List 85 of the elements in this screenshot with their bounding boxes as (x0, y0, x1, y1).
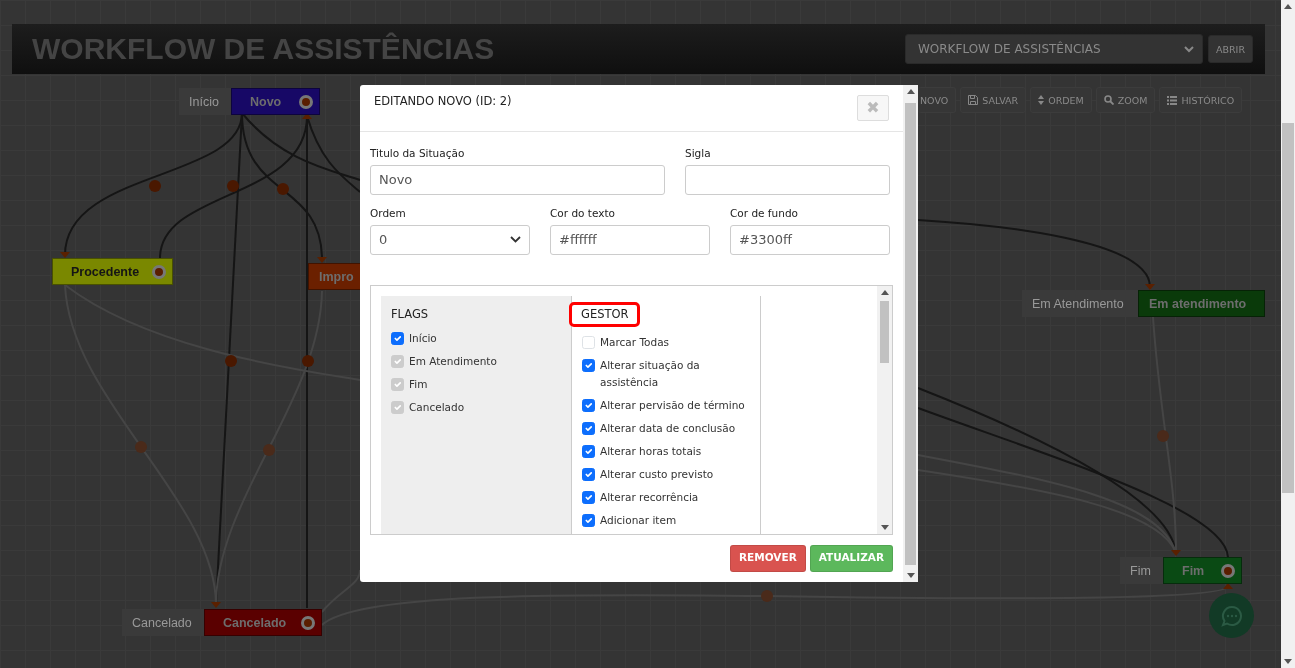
checkbox-label: Adicionar item (600, 513, 677, 529)
node-tag: Cancelado (122, 609, 204, 636)
scroll-up-icon[interactable] (1284, 4, 1292, 9)
checkbox-label: Início (409, 331, 437, 347)
waypoint-icon[interactable] (263, 444, 275, 456)
scrollbar-thumb[interactable] (1282, 123, 1294, 493)
workflow-node[interactable]: Cancelado (204, 609, 322, 636)
scrollbar-thumb[interactable] (880, 300, 889, 363)
search-icon (1103, 95, 1114, 105)
toolbar-button[interactable]: ORDEM (1030, 87, 1092, 113)
checkbox[interactable] (582, 359, 595, 373)
port-icon[interactable] (301, 615, 315, 630)
workflow-node[interactable]: Novo (231, 88, 320, 115)
scroll-down-icon[interactable] (1284, 659, 1292, 664)
workflow-node[interactable]: Em atendimento (1138, 290, 1265, 317)
section-heading: GESTOR (572, 304, 637, 325)
field-label: Cor do texto (550, 205, 616, 221)
checkbox[interactable] (582, 422, 595, 436)
input-field[interactable]: #ffffff (550, 224, 710, 255)
select-field[interactable]: 0 (370, 224, 530, 255)
arrowhead-icon (302, 113, 312, 119)
modal-title: EDITANDO NOVO (ID: 2) (374, 95, 512, 109)
checkbox-label: Em Atendimento (409, 354, 497, 370)
checkbox[interactable] (582, 445, 595, 459)
input-field[interactable]: #3300ff (730, 224, 890, 255)
toolbar-button[interactable]: SALVAR (960, 87, 1027, 113)
workflow-node[interactable]: Procedente (52, 258, 173, 285)
checkbox[interactable] (391, 332, 404, 346)
open-button[interactable]: ABRIR (1207, 35, 1253, 63)
chat-button[interactable] (1209, 593, 1254, 638)
input-field[interactable] (685, 164, 890, 195)
port-icon[interactable] (299, 94, 313, 109)
node-tag: Em Atendimento (1022, 290, 1138, 317)
chevron-icon (1183, 45, 1194, 53)
scrollbar-thumb[interactable] (905, 102, 916, 565)
update-button[interactable]: ATUALIZAR (809, 544, 893, 572)
field-label: Ordem (370, 205, 407, 221)
node-tag: Início (179, 88, 231, 115)
scroll-down-icon[interactable] (880, 524, 889, 530)
input-field[interactable]: Novo (370, 164, 665, 195)
toolbar-button[interactable]: ZOOM (1095, 87, 1156, 113)
modal-scrollbar[interactable] (903, 85, 918, 582)
checkbox[interactable] (582, 491, 595, 505)
checkbox-label: Fim (409, 377, 428, 393)
waypoint-icon[interactable] (1157, 430, 1169, 442)
node-tag: Fim (1120, 557, 1163, 584)
checkbox[interactable] (582, 399, 595, 413)
checkbox-label: Alterar horas totais (600, 444, 702, 460)
checkbox[interactable] (582, 514, 595, 528)
checkbox-label: Alterar situação da assistência (600, 358, 701, 391)
waypoint-icon[interactable] (149, 180, 161, 192)
checkbox[interactable] (582, 468, 595, 482)
waypoint-icon[interactable] (227, 180, 239, 192)
field-label: Cor de fundo (730, 205, 799, 221)
checkbox-label: Alterar data de conclusão (600, 421, 736, 437)
save-icon (968, 95, 979, 105)
checkbox-label: Cancelado (409, 400, 465, 416)
checkbox-label: Alterar custo previsto (600, 467, 714, 483)
checkbox-label: Marcar Todas (600, 335, 670, 351)
field-label: Sigla (685, 146, 712, 161)
scroll-down-icon[interactable] (906, 573, 915, 578)
chat-icon (1220, 604, 1243, 627)
chevron-icon (510, 236, 521, 243)
port-icon[interactable] (152, 264, 166, 279)
waypoint-icon[interactable] (302, 355, 314, 367)
page-scrollbar[interactable] (1281, 0, 1295, 668)
workflow-node[interactable]: Fim (1163, 557, 1242, 584)
list-scrollbar[interactable] (877, 285, 892, 534)
sort-icon (1038, 95, 1045, 105)
field-label: Titulo da Situação (370, 146, 466, 161)
list-icon (1167, 95, 1178, 105)
toolbar-button[interactable]: NOVO (918, 87, 957, 113)
remove-button[interactable]: REMOVER (730, 544, 806, 572)
waypoint-icon[interactable] (277, 183, 289, 195)
scroll-up-icon[interactable] (880, 289, 889, 295)
waypoint-icon[interactable] (761, 590, 773, 602)
section-heading: FLAGS (391, 306, 429, 321)
port-icon[interactable] (1221, 563, 1235, 578)
waypoint-icon[interactable] (135, 441, 147, 453)
checkbox-label: Alterar pervisão de término (600, 398, 745, 414)
waypoint-icon[interactable] (225, 355, 237, 367)
scroll-up-icon[interactable] (906, 89, 915, 94)
workflow-select[interactable]: WORKFLOW DE ASSISTÊNCIAS (904, 34, 1203, 64)
toolbar-button[interactable]: HISTÓRICO (1159, 87, 1243, 113)
checkbox-label: Alterar recorrência (600, 490, 699, 506)
